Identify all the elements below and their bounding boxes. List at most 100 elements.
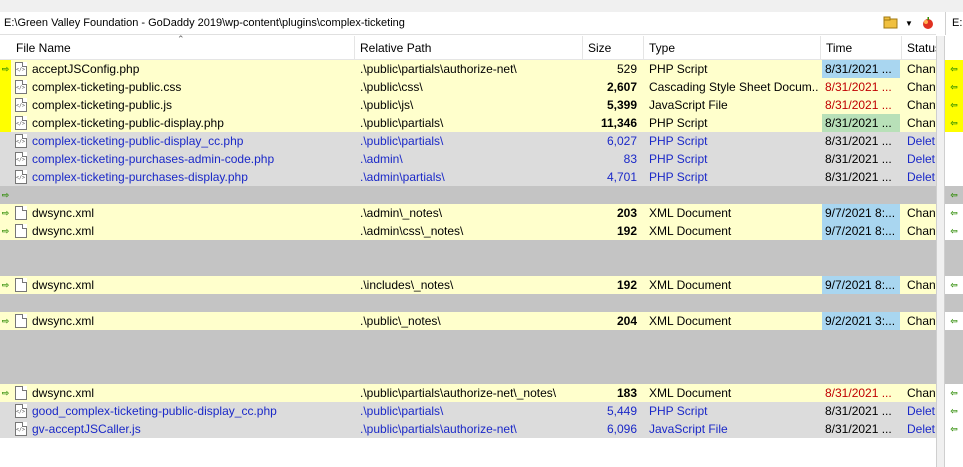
script-file-icon — [15, 152, 27, 166]
script-file-icon — [15, 62, 27, 76]
file-name: complex-ticketing-public-display_cc.php — [32, 134, 244, 148]
relative-path: .\public\partials\ — [360, 404, 444, 418]
right-row — [945, 240, 963, 258]
copy-right-arrow-icon[interactable]: ⇨ — [0, 384, 11, 402]
file-name: gv-acceptJSCaller.js — [32, 422, 141, 436]
copy-left-arrow-icon[interactable]: ⇦ — [946, 60, 962, 78]
relative-path: .\admin\_notes\ — [360, 206, 443, 220]
file-size: 183 — [616, 386, 637, 400]
column-type[interactable]: Type — [644, 36, 821, 60]
file-type: JavaScript File — [649, 98, 728, 112]
copy-right-arrow-icon[interactable]: ⇨ — [0, 276, 11, 294]
file-name: dwsync.xml — [32, 206, 95, 220]
right-row — [945, 132, 963, 150]
document-file-icon — [15, 314, 27, 328]
copy-left-arrow-icon[interactable]: ⇦ — [946, 114, 962, 132]
table-row[interactable]: complex-ticketing-purchases-display.php.… — [0, 168, 936, 186]
copy-left-arrow-icon[interactable]: ⇦ — [946, 384, 962, 402]
status-text: Chan — [907, 116, 936, 130]
copy-left-arrow-icon[interactable]: ⇦ — [946, 222, 962, 240]
copy-right-arrow-icon[interactable]: ⇨ — [0, 186, 11, 204]
status-text: Delet — [907, 422, 936, 436]
copy-left-arrow-icon[interactable]: ⇦ — [946, 78, 962, 96]
file-size: 5,399 — [606, 98, 637, 112]
relative-path: .\admin\ — [360, 152, 403, 166]
copy-left-arrow-icon[interactable]: ⇦ — [946, 204, 962, 222]
table-row[interactable]: gv-acceptJSCaller.js .\public\partials\au… — [0, 420, 936, 438]
table-row[interactable]: good_complex-ticketing-public-display_cc… — [0, 402, 936, 420]
file-type: PHP Script — [649, 152, 708, 166]
right-row — [945, 330, 963, 348]
empty-row — [0, 366, 936, 384]
modified-time: 8/31/2021 ... — [822, 78, 900, 96]
file-size: 204 — [616, 314, 637, 328]
file-size: 192 — [616, 278, 637, 292]
file-size: 4,701 — [606, 170, 637, 184]
copy-left-arrow-icon[interactable]: ⇦ — [946, 420, 962, 438]
right-row — [945, 366, 963, 384]
script-file-icon — [15, 80, 27, 94]
column-relative-path[interactable]: Relative Path — [355, 36, 583, 60]
script-file-icon — [15, 170, 27, 184]
table-row[interactable]: dwsync.xml .\admin\_notes\ 203 XML Document… — [0, 204, 936, 222]
table-row[interactable]: dwsync.xml .\includes\_notes\ 192 XML Docum… — [0, 276, 936, 294]
right-folder-path[interactable]: E: — [952, 17, 962, 29]
file-name: dwsync.xml — [32, 224, 95, 238]
copy-left-arrow-icon[interactable]: ⇦ — [946, 186, 962, 204]
file-comparison-grid[interactable]: acceptJSConfig.php .\public\partials\auth… — [0, 60, 936, 467]
status-text: Delet — [907, 170, 936, 184]
status-text: Chan — [907, 206, 936, 220]
file-type: JavaScript File — [649, 422, 728, 436]
copy-left-arrow-icon[interactable]: ⇦ — [946, 96, 962, 114]
table-row[interactable]: complex-ticketing-public.css .\public\css… — [0, 78, 936, 96]
file-type: XML Document — [649, 314, 732, 328]
modified-time: 8/31/2021 ... — [825, 422, 892, 436]
table-row[interactable]: dwsync.xml .\admin\css\_notes\ 192 XML Docu… — [0, 222, 936, 240]
right-path-bar: E: — [945, 12, 963, 35]
modified-time: 8/31/2021 ... — [822, 96, 900, 114]
copy-right-arrow-icon[interactable]: ⇨ — [0, 312, 11, 330]
modified-time: 8/31/2021 ... — [825, 404, 892, 418]
empty-row — [0, 258, 936, 276]
left-folder-path[interactable]: E:\Green Valley Foundation - GoDaddy 201… — [4, 17, 405, 29]
copy-left-arrow-icon[interactable]: ⇦ — [946, 402, 962, 420]
left-path-bar: E:\Green Valley Foundation - GoDaddy 201… — [0, 12, 936, 35]
copy-left-arrow-icon[interactable]: ⇦ — [946, 312, 962, 330]
file-size: 203 — [616, 206, 637, 220]
modified-time: 8/31/2021 ... — [825, 170, 892, 184]
apple-icon[interactable] — [920, 16, 936, 32]
table-row[interactable]: complex-ticketing-public.js .\public\js\ 5… — [0, 96, 936, 114]
status-text: Delet — [907, 134, 936, 148]
column-size[interactable]: Size — [583, 36, 644, 60]
file-name: complex-ticketing-purchases-display.php — [32, 170, 248, 184]
right-row — [945, 258, 963, 276]
table-row[interactable]: complex-ticketing-public-display_cc.php.… — [0, 132, 936, 150]
relative-path: .\public\partials\ — [360, 116, 444, 130]
file-size: 11,346 — [600, 116, 637, 130]
table-row[interactable]: dwsync.xml .\public\_notes\ 204 XML Documen… — [0, 312, 936, 330]
empty-row — [0, 186, 936, 204]
relative-path: .\public\partials\authorize-net\_notes\ — [360, 386, 557, 400]
status-text: Chan — [907, 80, 936, 94]
table-row[interactable]: acceptJSConfig.php .\public\partials\auth… — [0, 60, 936, 78]
status-text: Chan — [907, 278, 936, 292]
center-splitter[interactable] — [936, 36, 945, 467]
script-file-icon — [15, 134, 27, 148]
copy-left-arrow-icon[interactable]: ⇦ — [946, 276, 962, 294]
column-time[interactable]: Time — [821, 36, 902, 60]
table-row[interactable]: dwsync.xml .\public\partials\authorize-ne… — [0, 384, 936, 402]
right-row — [945, 150, 963, 168]
column-status[interactable]: Status — [902, 36, 936, 60]
window-top-strip — [0, 0, 963, 12]
folder-icon[interactable] — [882, 16, 900, 32]
copy-right-arrow-icon[interactable]: ⇨ — [0, 204, 11, 222]
copy-right-arrow-icon[interactable]: ⇨ — [0, 60, 11, 78]
relative-path: .\public\partials\authorize-net\ — [360, 62, 517, 76]
chevron-down-icon[interactable]: ▼ — [904, 16, 914, 32]
table-row[interactable]: complex-ticketing-public-display.php .\pu… — [0, 114, 936, 132]
file-type: XML Document — [649, 278, 732, 292]
relative-path: .\admin\css\_notes\ — [360, 224, 464, 238]
table-row[interactable]: complex-ticketing-purchases-admin-code.p… — [0, 150, 936, 168]
copy-right-arrow-icon[interactable]: ⇨ — [0, 222, 11, 240]
file-name: complex-ticketing-public-display.php — [32, 116, 224, 130]
